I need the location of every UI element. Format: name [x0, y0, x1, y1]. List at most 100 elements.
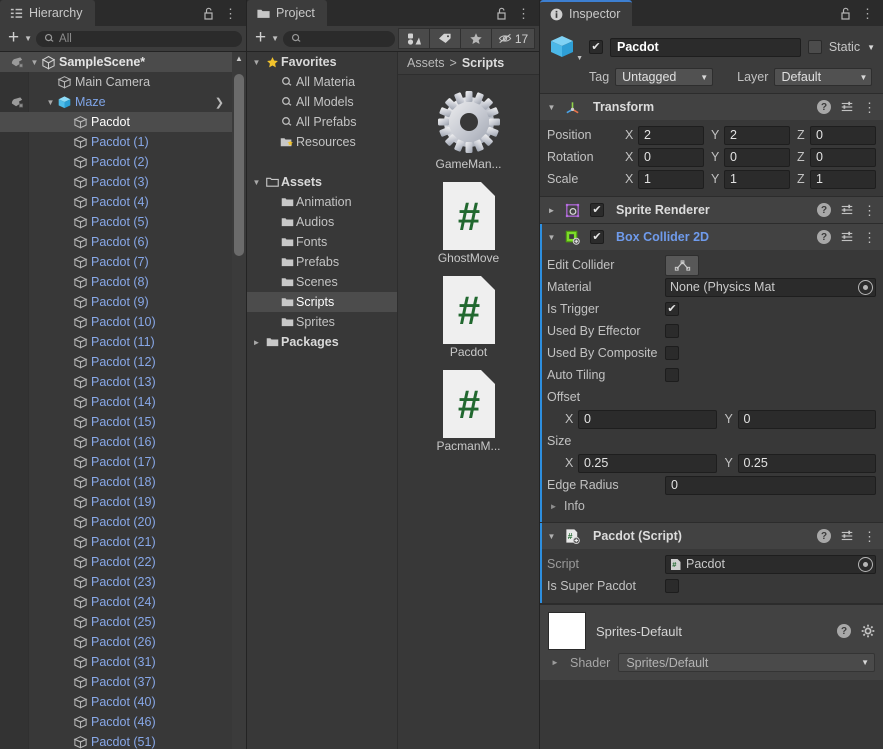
transform-position-y-input[interactable]: 2	[724, 125, 790, 145]
asset-item[interactable]: # PacmanM...	[409, 365, 529, 453]
used-by-effector-checkbox[interactable]	[665, 324, 679, 338]
project-tree-item[interactable]: Scripts	[247, 292, 397, 312]
project-tree-item[interactable]: Fonts	[247, 232, 397, 252]
hierarchy-row[interactable]: Pacdot	[0, 112, 246, 132]
foldout-icon[interactable]: ▼	[29, 58, 40, 67]
project-tree-item[interactable]: Audios	[247, 212, 397, 232]
sprite-renderer-foldout-icon[interactable]: ►	[545, 206, 558, 215]
sprite-renderer-menu-icon[interactable]: ⋮	[863, 204, 876, 217]
auto-tiling-checkbox[interactable]	[665, 368, 679, 382]
transform-scale-z-input[interactable]: 1	[810, 169, 876, 189]
hierarchy-row[interactable]: Pacdot (40)	[0, 692, 246, 712]
help-icon[interactable]: ?	[817, 230, 831, 244]
project-tree-item[interactable]: ► Packages	[247, 332, 397, 352]
transform-position-x-input[interactable]: 2	[638, 125, 704, 145]
hidden-assets-toggle[interactable]: 17	[491, 28, 535, 49]
hierarchy-scrollbar[interactable]: ▲	[232, 52, 246, 749]
project-tree-item[interactable]: All Models	[247, 92, 397, 112]
hierarchy-row[interactable]: Pacdot (51)	[0, 732, 246, 749]
foldout-icon[interactable]: ▼	[250, 58, 263, 67]
offset-x-input[interactable]: 0	[578, 409, 717, 429]
project-search-input[interactable]	[283, 30, 395, 47]
shader-dropdown[interactable]: Sprites/Default ▼	[618, 653, 875, 672]
filter-by-label-button[interactable]	[429, 28, 461, 49]
gameobject-icon-caret-icon[interactable]: ▼	[576, 55, 583, 62]
hierarchy-row[interactable]: Pacdot (26)	[0, 632, 246, 652]
hierarchy-row[interactable]: Pacdot (23)	[0, 572, 246, 592]
tab-hierarchy[interactable]: Hierarchy	[0, 0, 95, 26]
hierarchy-row[interactable]: Pacdot (8)	[0, 272, 246, 292]
project-tree-item[interactable]: Sprites	[247, 312, 397, 332]
used-by-composite-checkbox[interactable]	[665, 346, 679, 360]
is-trigger-checkbox[interactable]: ✔	[665, 302, 679, 316]
hierarchy-row[interactable]: Main Camera	[0, 72, 246, 92]
pacdot-script-menu-icon[interactable]: ⋮	[863, 530, 876, 543]
project-tree-item[interactable]: Prefabs	[247, 252, 397, 272]
filter-by-type-button[interactable]	[398, 28, 430, 49]
hierarchy-row[interactable]: Pacdot (2)	[0, 152, 246, 172]
object-picker-icon[interactable]	[858, 556, 873, 572]
tab-project[interactable]: Project	[247, 0, 327, 26]
scroll-up-icon[interactable]: ▲	[232, 52, 246, 65]
help-icon[interactable]: ?	[817, 529, 831, 543]
transform-rotation-x-input[interactable]: 0	[638, 147, 704, 167]
project-tree-item[interactable]: All Materia	[247, 72, 397, 92]
hierarchy-row[interactable]: ▼ Maze ❯	[0, 92, 246, 112]
breadcrumb-current[interactable]: Scripts	[462, 56, 504, 70]
gameobject-enabled-checkbox[interactable]: ✔	[589, 40, 603, 54]
box-collider-header[interactable]: ▼ ✔ Box Collider 2D ? ⋮	[540, 224, 883, 250]
size-x-input[interactable]: 0.25	[578, 453, 717, 473]
hierarchy-row[interactable]: ▼ SampleScene*	[0, 52, 246, 72]
transform-header[interactable]: ▼ Transform ? ⋮	[540, 94, 883, 120]
transform-rotation-z-input[interactable]: 0	[810, 147, 876, 167]
gameobject-name-input[interactable]: Pacdot	[610, 37, 801, 57]
foldout-icon[interactable]: ▼	[45, 98, 56, 107]
transform-menu-icon[interactable]: ⋮	[863, 101, 876, 114]
help-icon[interactable]: ?	[817, 203, 831, 217]
foldout-icon[interactable]: ▼	[250, 178, 263, 187]
hierarchy-row[interactable]: Pacdot (24)	[0, 592, 246, 612]
help-icon[interactable]: ?	[837, 624, 851, 638]
hierarchy-menu-icon[interactable]: ⋮	[224, 7, 237, 20]
project-tree-item[interactable]: All Prefabs	[247, 112, 397, 132]
hierarchy-row[interactable]: Pacdot (5)	[0, 212, 246, 232]
gear-icon[interactable]	[861, 624, 875, 638]
box-collider-menu-icon[interactable]: ⋮	[863, 231, 876, 244]
hierarchy-row[interactable]: Pacdot (4)	[0, 192, 246, 212]
transform-position-z-input[interactable]: 0	[810, 125, 876, 145]
gameobject-icon-wrap[interactable]: ▼	[548, 32, 583, 62]
hierarchy-row[interactable]: Pacdot (11)	[0, 332, 246, 352]
material-foldout-icon[interactable]: ►	[548, 658, 562, 667]
sprite-renderer-header[interactable]: ► ✔ Sprite Renderer ? ⋮	[540, 197, 883, 223]
hierarchy-row[interactable]: Pacdot (15)	[0, 412, 246, 432]
hierarchy-row[interactable]: Pacdot (20)	[0, 512, 246, 532]
project-tree-item[interactable]: Animation	[247, 192, 397, 212]
inspector-menu-icon[interactable]: ⋮	[861, 7, 874, 20]
lock-open-icon[interactable]	[839, 6, 852, 20]
pacdot-script-foldout-icon[interactable]: ▼	[545, 532, 558, 541]
transform-foldout-icon[interactable]: ▼	[545, 103, 558, 112]
create-object-button[interactable]: +	[4, 28, 20, 49]
hierarchy-row[interactable]: Pacdot (13)	[0, 372, 246, 392]
foldout-icon[interactable]: ►	[250, 338, 263, 347]
script-object-field[interactable]: # Pacdot	[665, 554, 876, 574]
info-foldout[interactable]: ► Info	[547, 496, 876, 516]
project-tree-item[interactable]: Scenes	[247, 272, 397, 292]
hierarchy-row[interactable]: Pacdot (18)	[0, 472, 246, 492]
create-object-caret-icon[interactable]: ▼	[24, 34, 32, 43]
breadcrumb-root[interactable]: Assets	[407, 56, 445, 70]
preset-icon[interactable]	[840, 100, 854, 114]
hierarchy-row[interactable]: Pacdot (17)	[0, 452, 246, 472]
hierarchy-row[interactable]: Pacdot (25)	[0, 612, 246, 632]
asset-grid[interactable]: GameMan... # GhostMove # Pacdot # PacmanM...	[398, 75, 539, 749]
static-dropdown-caret-icon[interactable]: ▼	[867, 43, 875, 52]
layer-dropdown[interactable]: Default ▼	[774, 68, 873, 86]
edge-radius-input[interactable]: 0	[665, 475, 876, 495]
object-picker-icon[interactable]	[858, 279, 873, 295]
hierarchy-row[interactable]: Pacdot (22)	[0, 552, 246, 572]
project-tree-item[interactable]: ▼ Favorites	[247, 52, 397, 72]
preset-icon[interactable]	[840, 203, 854, 217]
help-icon[interactable]: ?	[817, 100, 831, 114]
lock-open-icon[interactable]	[495, 6, 508, 20]
hierarchy-tree[interactable]: ▼ SampleScene* Main Camera ▼ Maze ❯ Pacdot Pacd…	[0, 52, 246, 749]
